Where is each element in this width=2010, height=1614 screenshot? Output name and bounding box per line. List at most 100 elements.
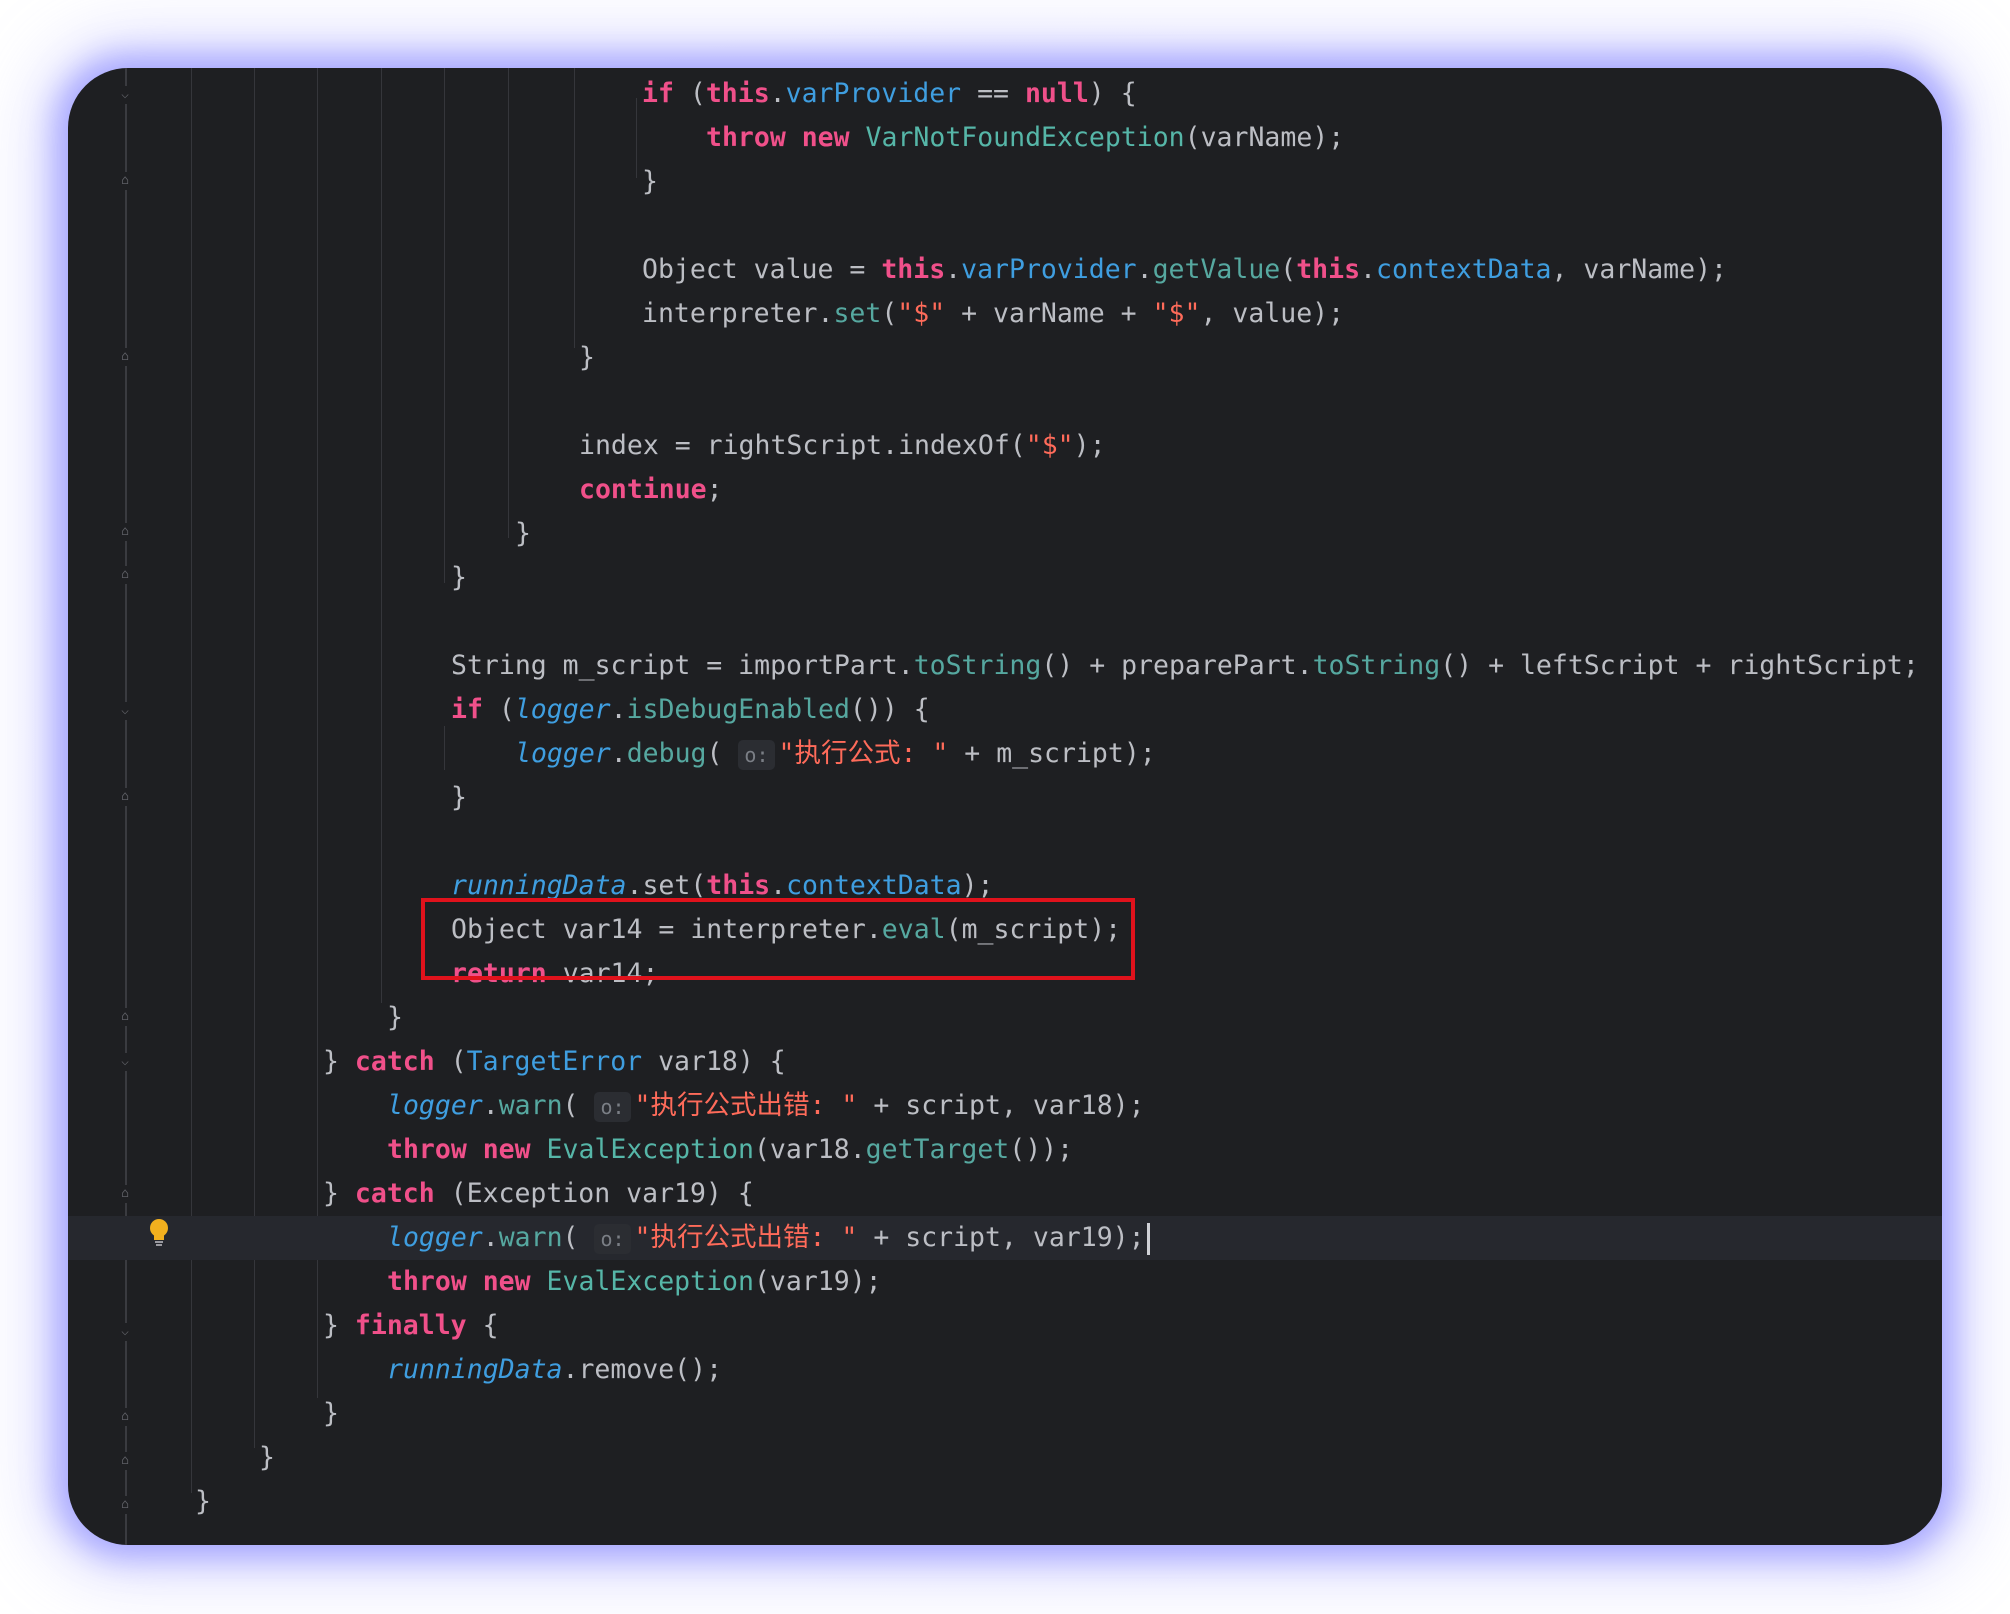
code-line[interactable]: } xyxy=(387,996,403,1040)
code-token: ( xyxy=(482,694,515,725)
code-token: catch xyxy=(354,1178,435,1209)
parameter-hint: o: xyxy=(594,1091,631,1122)
code-line[interactable]: if (logger.isDebugEnabled()) { xyxy=(451,688,930,732)
code-token: warn xyxy=(498,1222,563,1253)
code-token: ()) { xyxy=(849,694,930,725)
code-line[interactable]: } xyxy=(451,556,467,600)
parameter-hint: o: xyxy=(594,1223,631,1254)
code-line[interactable]: } xyxy=(579,336,595,380)
code-token: ( xyxy=(706,738,739,769)
code-token: . xyxy=(769,78,786,109)
code-token: .set( xyxy=(626,870,707,901)
code-token: } xyxy=(451,782,467,813)
code-token: throw new xyxy=(706,122,866,153)
code-token: warn xyxy=(498,1090,563,1121)
code-token: (varName); xyxy=(1184,122,1345,153)
red-highlight-box xyxy=(421,898,1135,980)
code-token: + script, var19); xyxy=(857,1222,1145,1253)
text-caret xyxy=(1146,1222,1150,1255)
code-token: var18) { xyxy=(642,1046,786,1077)
code-line[interactable]: index = rightScript.indexOf("$"); xyxy=(579,424,1106,468)
code-token: EvalException xyxy=(546,1266,754,1297)
code-token: (var19); xyxy=(753,1266,882,1297)
code-token: ( xyxy=(881,298,898,329)
code-token: this xyxy=(1296,254,1361,285)
code-line[interactable]: } xyxy=(515,512,531,556)
code-line[interactable]: logger.warn( o: "执行公式出错: " + script, var1… xyxy=(387,1216,1150,1260)
code-line[interactable]: } catch (Exception var19) { xyxy=(323,1172,754,1216)
code-token: () + leftScript + rightScript; xyxy=(1440,650,1919,681)
code-token: .remove(); xyxy=(562,1354,723,1385)
code-line[interactable]: logger.debug( o: "执行公式: " + m_script); xyxy=(515,732,1156,776)
code-token: ; xyxy=(706,474,723,505)
code-line[interactable]: } xyxy=(451,776,467,820)
code-line[interactable]: } xyxy=(323,1392,339,1436)
code-token: catch xyxy=(354,1046,435,1077)
code-line[interactable]: throw new EvalException(var19); xyxy=(387,1260,882,1304)
code-token: continue xyxy=(579,474,707,505)
code-token: (var18. xyxy=(753,1134,866,1165)
code-token: Object value = xyxy=(642,254,882,285)
code-line[interactable]: } xyxy=(195,1480,211,1524)
code-token: + m_script); xyxy=(948,738,1156,769)
code-token: ); xyxy=(1073,430,1106,461)
code-token: } xyxy=(195,1486,211,1517)
code-token: "执行公式出错: " xyxy=(634,1090,858,1121)
code-token: throw new xyxy=(387,1134,547,1165)
code-line[interactable]: } xyxy=(259,1436,275,1480)
code-line[interactable]: } catch (TargetError var18) { xyxy=(323,1040,786,1084)
code-token: . xyxy=(770,870,787,901)
code-token: . xyxy=(610,694,627,725)
code-token: ( xyxy=(673,78,706,109)
code-line[interactable]: interpreter.set("$" + varName + "$", val… xyxy=(642,292,1344,336)
code-token: logger xyxy=(514,694,611,725)
code-token: ); xyxy=(961,870,994,901)
code-token: . xyxy=(482,1222,499,1253)
code-token: throw new xyxy=(387,1266,547,1297)
code-token: "$" xyxy=(897,298,946,329)
code-token: varProvider xyxy=(785,78,962,109)
code-token: EvalException xyxy=(546,1134,754,1165)
code-line[interactable]: throw new VarNotFoundException(varName); xyxy=(706,116,1344,160)
code-line[interactable]: continue; xyxy=(579,468,723,512)
code-token: } xyxy=(323,1046,355,1077)
code-token: contextData xyxy=(786,870,962,901)
code-token: "$" xyxy=(1152,298,1201,329)
code-token: if xyxy=(642,78,674,109)
code-token: ) { xyxy=(1088,78,1137,109)
code-token: debug xyxy=(626,738,707,769)
code-line[interactable]: } xyxy=(642,160,658,204)
code-token: "$" xyxy=(1025,430,1074,461)
code-area[interactable]: if (this.varProvider == null) {throw new… xyxy=(68,68,1942,1545)
code-token: . xyxy=(1136,254,1153,285)
code-token: logger xyxy=(387,1222,483,1253)
code-token: runningData xyxy=(451,870,627,901)
code-token: varProvider xyxy=(961,254,1137,285)
code-token: if xyxy=(451,694,483,725)
code-line[interactable]: Object value = this.varProvider.getValue… xyxy=(642,248,1727,292)
code-token: . xyxy=(610,738,627,769)
code-line[interactable]: throw new EvalException(var18.getTarget(… xyxy=(387,1128,1073,1172)
code-line[interactable]: runningData.remove(); xyxy=(387,1348,722,1392)
code-editor[interactable]: ⌵ ⌂ ⌂ ⌂ ⌂ ⌵ ⌂ ⌂ ⌵ ⌂ ⌵ ⌂ ⌂ ⌂ if (this.var… xyxy=(68,68,1942,1545)
code-line[interactable]: } finally { xyxy=(323,1304,499,1348)
code-token: == xyxy=(961,78,1025,109)
code-token: getTarget xyxy=(865,1134,1010,1165)
code-line[interactable]: String m_script = importPart.toString() … xyxy=(451,644,1919,688)
code-token: . xyxy=(482,1090,499,1121)
code-token: } xyxy=(642,166,658,197)
code-token: toString xyxy=(913,650,1042,681)
code-line[interactable]: if (this.varProvider == null) { xyxy=(642,72,1137,116)
screenshot-backdrop: ⌵ ⌂ ⌂ ⌂ ⌂ ⌵ ⌂ ⌂ ⌵ ⌂ ⌵ ⌂ ⌂ ⌂ if (this.var… xyxy=(0,0,2010,1614)
code-token: getValue xyxy=(1152,254,1281,285)
code-token: logger xyxy=(515,738,611,769)
code-token: , value); xyxy=(1200,298,1345,329)
code-token: } xyxy=(579,342,595,373)
code-token: ( xyxy=(434,1046,467,1077)
code-token: } xyxy=(387,1002,403,1033)
code-token: { xyxy=(466,1310,499,1341)
code-token: () + preparePart. xyxy=(1041,650,1313,681)
code-token: ( xyxy=(562,1090,595,1121)
code-line[interactable]: logger.warn( o: "执行公式出错: " + script, var1… xyxy=(387,1084,1145,1128)
code-token: "执行公式出错: " xyxy=(634,1222,858,1253)
